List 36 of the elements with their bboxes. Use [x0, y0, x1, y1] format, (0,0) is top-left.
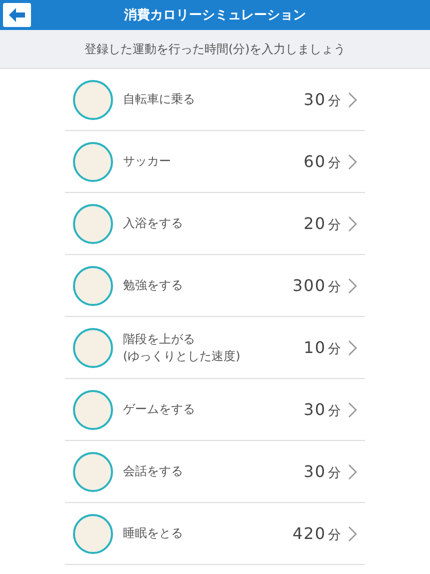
- back-button[interactable]: [3, 3, 31, 27]
- activity-name: 睡眠をとる: [123, 525, 184, 542]
- minutes-value: 420 分: [292, 524, 342, 544]
- minutes-value: 30 分: [304, 462, 342, 482]
- chevron-right-icon: [348, 278, 357, 294]
- minutes-value: 30 分: [304, 90, 342, 110]
- chevron-right-icon: [348, 92, 357, 108]
- minutes-value: 30 分: [304, 400, 342, 420]
- back-arrow-icon: [8, 7, 26, 23]
- chevron-right-icon: [348, 526, 357, 542]
- chevron-right-icon: [348, 464, 357, 480]
- activity-name: 自転車に乗る: [123, 91, 196, 108]
- chevron-right-icon: [348, 402, 357, 418]
- activity-row[interactable]: ゲームをする 30 分: [65, 379, 365, 441]
- activity-row[interactable]: 会話をする 30 分: [65, 441, 365, 503]
- screen-title: 消費カロリーシミュレーション: [124, 7, 306, 24]
- chevron-right-icon: [348, 154, 357, 170]
- instruction-text: 登録した運動を行った時間(分)を入力しましょう: [84, 40, 346, 58]
- minutes-value: 20 分: [304, 214, 342, 234]
- minutes-value: 300 分: [292, 276, 342, 296]
- activity-row[interactable]: サッカー 60 分: [65, 131, 365, 193]
- activity-name: 勉強をする: [123, 277, 184, 294]
- activity-name: サッカー: [123, 153, 172, 170]
- activity-row[interactable]: 睡眠をとる 420 分: [65, 503, 365, 565]
- activity-name: ゲームをする: [123, 401, 196, 418]
- activity-name: 入浴をする: [123, 215, 184, 232]
- activity-name: 階段を上がる (ゆっくりとした速度): [123, 330, 242, 364]
- activity-row[interactable]: 自転車に乗る 30 分: [65, 69, 365, 131]
- activity-row[interactable]: 入浴をする 20 分: [65, 193, 365, 255]
- chevron-right-icon: [348, 340, 357, 356]
- minutes-value: 60 分: [304, 152, 342, 172]
- activity-row[interactable]: 階段を上がる (ゆっくりとした速度) 10 分: [65, 317, 365, 379]
- minutes-value: 10 分: [304, 338, 342, 358]
- activity-name: 会話をする: [123, 463, 184, 480]
- activity-row[interactable]: 勉強をする 300 分: [65, 255, 365, 317]
- chevron-right-icon: [348, 216, 357, 232]
